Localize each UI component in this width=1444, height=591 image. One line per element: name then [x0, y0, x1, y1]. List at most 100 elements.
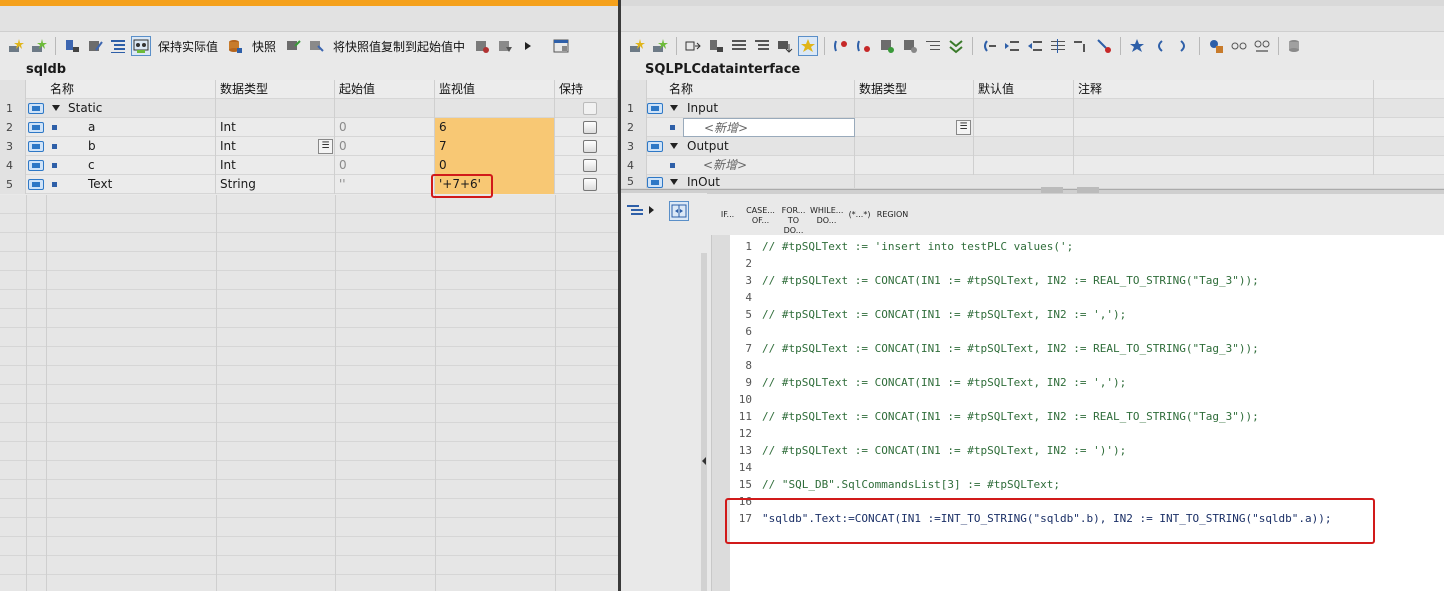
snippet-case[interactable]: CASE... OF... — [744, 201, 777, 231]
row-start[interactable]: 0 — [335, 137, 435, 156]
monitor-stop-icon[interactable] — [900, 36, 920, 56]
retain-checkbox[interactable] — [583, 178, 597, 191]
col-header-default[interactable]: 默认值 — [974, 80, 1074, 99]
code-line[interactable]: 1 // #tpSQLText := 'insert into testPLC v… — [730, 238, 1073, 255]
expand-all-icon[interactable] — [946, 36, 966, 56]
reset-start-icon[interactable] — [472, 36, 492, 56]
table-row[interactable]: 5 Text String '' '+7+6' — [0, 175, 618, 194]
col-header-comment[interactable]: 注释 — [1074, 80, 1374, 99]
row-type[interactable] — [855, 137, 974, 156]
expand-icon[interactable] — [108, 36, 128, 56]
collapse-triangle-icon[interactable] — [670, 143, 678, 149]
prev-bookmark-icon[interactable] — [1150, 36, 1170, 56]
next-bookmark-icon[interactable] — [1173, 36, 1193, 56]
uncomment-icon[interactable] — [1071, 36, 1091, 56]
row-default[interactable] — [974, 156, 1074, 175]
row-type[interactable]: Int — [216, 156, 335, 175]
table-row[interactable]: 4 c Int 0 0 — [0, 156, 618, 175]
row-default[interactable] — [974, 118, 1074, 137]
code-line[interactable]: 6 — [730, 323, 762, 340]
row-name[interactable]: Input — [683, 99, 855, 118]
copy-snapshot-to-start-button[interactable]: 将快照值复制到起始值中 — [329, 38, 469, 55]
row-name[interactable]: a — [84, 118, 216, 137]
retain-checkbox[interactable] — [583, 159, 597, 172]
snapshot-icon[interactable] — [1206, 36, 1226, 56]
row-comment[interactable] — [1074, 118, 1374, 137]
row-name[interactable]: InOut — [683, 175, 855, 188]
row-start[interactable] — [335, 99, 435, 118]
code-line[interactable]: 7 // #tpSQLText := CONCAT(IN1 := #tpSQLTe… — [730, 340, 1258, 357]
row-type[interactable] — [216, 99, 335, 118]
code-line[interactable]: 8 — [730, 357, 762, 374]
edit-icon[interactable] — [85, 36, 105, 56]
code-line[interactable]: 13 // #tpSQLText := CONCAT(IN1 := #tpSQLT… — [730, 442, 1127, 459]
add-new-input[interactable]: <新增> — [683, 118, 855, 137]
col-header-type[interactable]: 数据类型 — [855, 80, 974, 99]
clear-breakpoint-icon[interactable] — [1094, 36, 1114, 56]
row-name[interactable]: Output — [683, 137, 855, 156]
align-icon[interactable] — [923, 36, 943, 56]
row-start[interactable]: '' — [335, 175, 435, 194]
table-row[interactable]: 2 <新增> ☰ — [621, 118, 1444, 137]
row-type[interactable]: String — [216, 175, 335, 194]
code-line[interactable]: 2 — [730, 255, 762, 272]
col-header-type[interactable]: 数据类型 — [216, 80, 335, 99]
split-view-icon[interactable] — [669, 201, 689, 221]
download-icon[interactable] — [775, 36, 795, 56]
col-header-name[interactable]: 名称 — [46, 80, 216, 99]
db-icon[interactable] — [1285, 36, 1305, 56]
keep-actual-values-button[interactable]: 保持实际值 — [154, 38, 222, 55]
add-row-icon[interactable] — [627, 36, 647, 56]
table-row[interactable]: 4 <新增> — [621, 156, 1444, 175]
db-icon[interactable] — [225, 36, 245, 56]
row-start[interactable]: 0 — [335, 156, 435, 175]
row-name[interactable]: Static — [64, 99, 216, 118]
snippet-for[interactable]: FOR... TO DO... — [777, 201, 810, 235]
row-name[interactable]: c — [84, 156, 216, 175]
table-row[interactable]: 3 b Int ☰ 0 7 — [0, 137, 618, 156]
load-start-icon[interactable] — [495, 36, 515, 56]
call-icon[interactable] — [683, 36, 703, 56]
network-go-icon[interactable] — [854, 36, 874, 56]
monitor-icon[interactable] — [706, 36, 726, 56]
row-type[interactable]: Int — [216, 118, 335, 137]
type-picker-icon[interactable]: ☰ — [318, 139, 333, 154]
indent-icon[interactable] — [1002, 36, 1022, 56]
table-row[interactable]: 1 Input — [621, 99, 1444, 118]
snippet-comment[interactable]: (*...*) — [843, 201, 876, 231]
snippet-region[interactable]: REGION — [876, 201, 909, 231]
code-line[interactable]: 3 // #tpSQLText := CONCAT(IN1 := #tpSQLTe… — [730, 272, 1258, 289]
collapse-side-icon[interactable] — [701, 455, 707, 465]
favorite-icon[interactable] — [798, 36, 818, 56]
monitor-toggle-icon[interactable] — [877, 36, 897, 56]
layout-icon[interactable] — [551, 36, 571, 56]
outdent-icon[interactable] — [1025, 36, 1045, 56]
code-line[interactable]: 12 — [730, 425, 762, 442]
list-indent-icon[interactable] — [752, 36, 772, 56]
code-line[interactable]: 10 — [730, 391, 762, 408]
network-delete-icon[interactable] — [831, 36, 851, 56]
collapse-triangle-icon[interactable] — [670, 105, 678, 111]
monitor-all-icon[interactable] — [131, 36, 151, 56]
row-name[interactable]: Text — [84, 175, 216, 194]
row-comment[interactable] — [1074, 156, 1374, 175]
collapse-triangle-icon[interactable] — [670, 179, 678, 185]
glasses-icon[interactable] — [1229, 36, 1249, 56]
glasses-go-icon[interactable] — [1252, 36, 1272, 56]
code-line[interactable]: 11 // #tpSQLText := CONCAT(IN1 := #tpSQLT… — [730, 408, 1259, 425]
table-row[interactable]: 1 Static — [0, 99, 618, 118]
row-name[interactable]: b — [84, 137, 216, 156]
col-header-start[interactable]: 起始值 — [335, 80, 435, 99]
retain-checkbox[interactable] — [583, 140, 597, 153]
row-default[interactable] — [974, 137, 1074, 156]
list-icon[interactable] — [729, 36, 749, 56]
type-picker-icon[interactable]: ☰ — [956, 120, 971, 135]
col-header-name[interactable]: 名称 — [665, 80, 855, 99]
row-default[interactable] — [974, 99, 1074, 118]
col-header-monitor[interactable]: 监视值 — [435, 80, 555, 99]
insert-row-icon[interactable] — [650, 36, 670, 56]
indent-left-icon[interactable] — [979, 36, 999, 56]
more-arrow-icon[interactable] — [518, 36, 538, 56]
code-line[interactable]: 9 // #tpSQLText := CONCAT(IN1 := #tpSQLTe… — [730, 374, 1126, 391]
comment-icon[interactable] — [1048, 36, 1068, 56]
